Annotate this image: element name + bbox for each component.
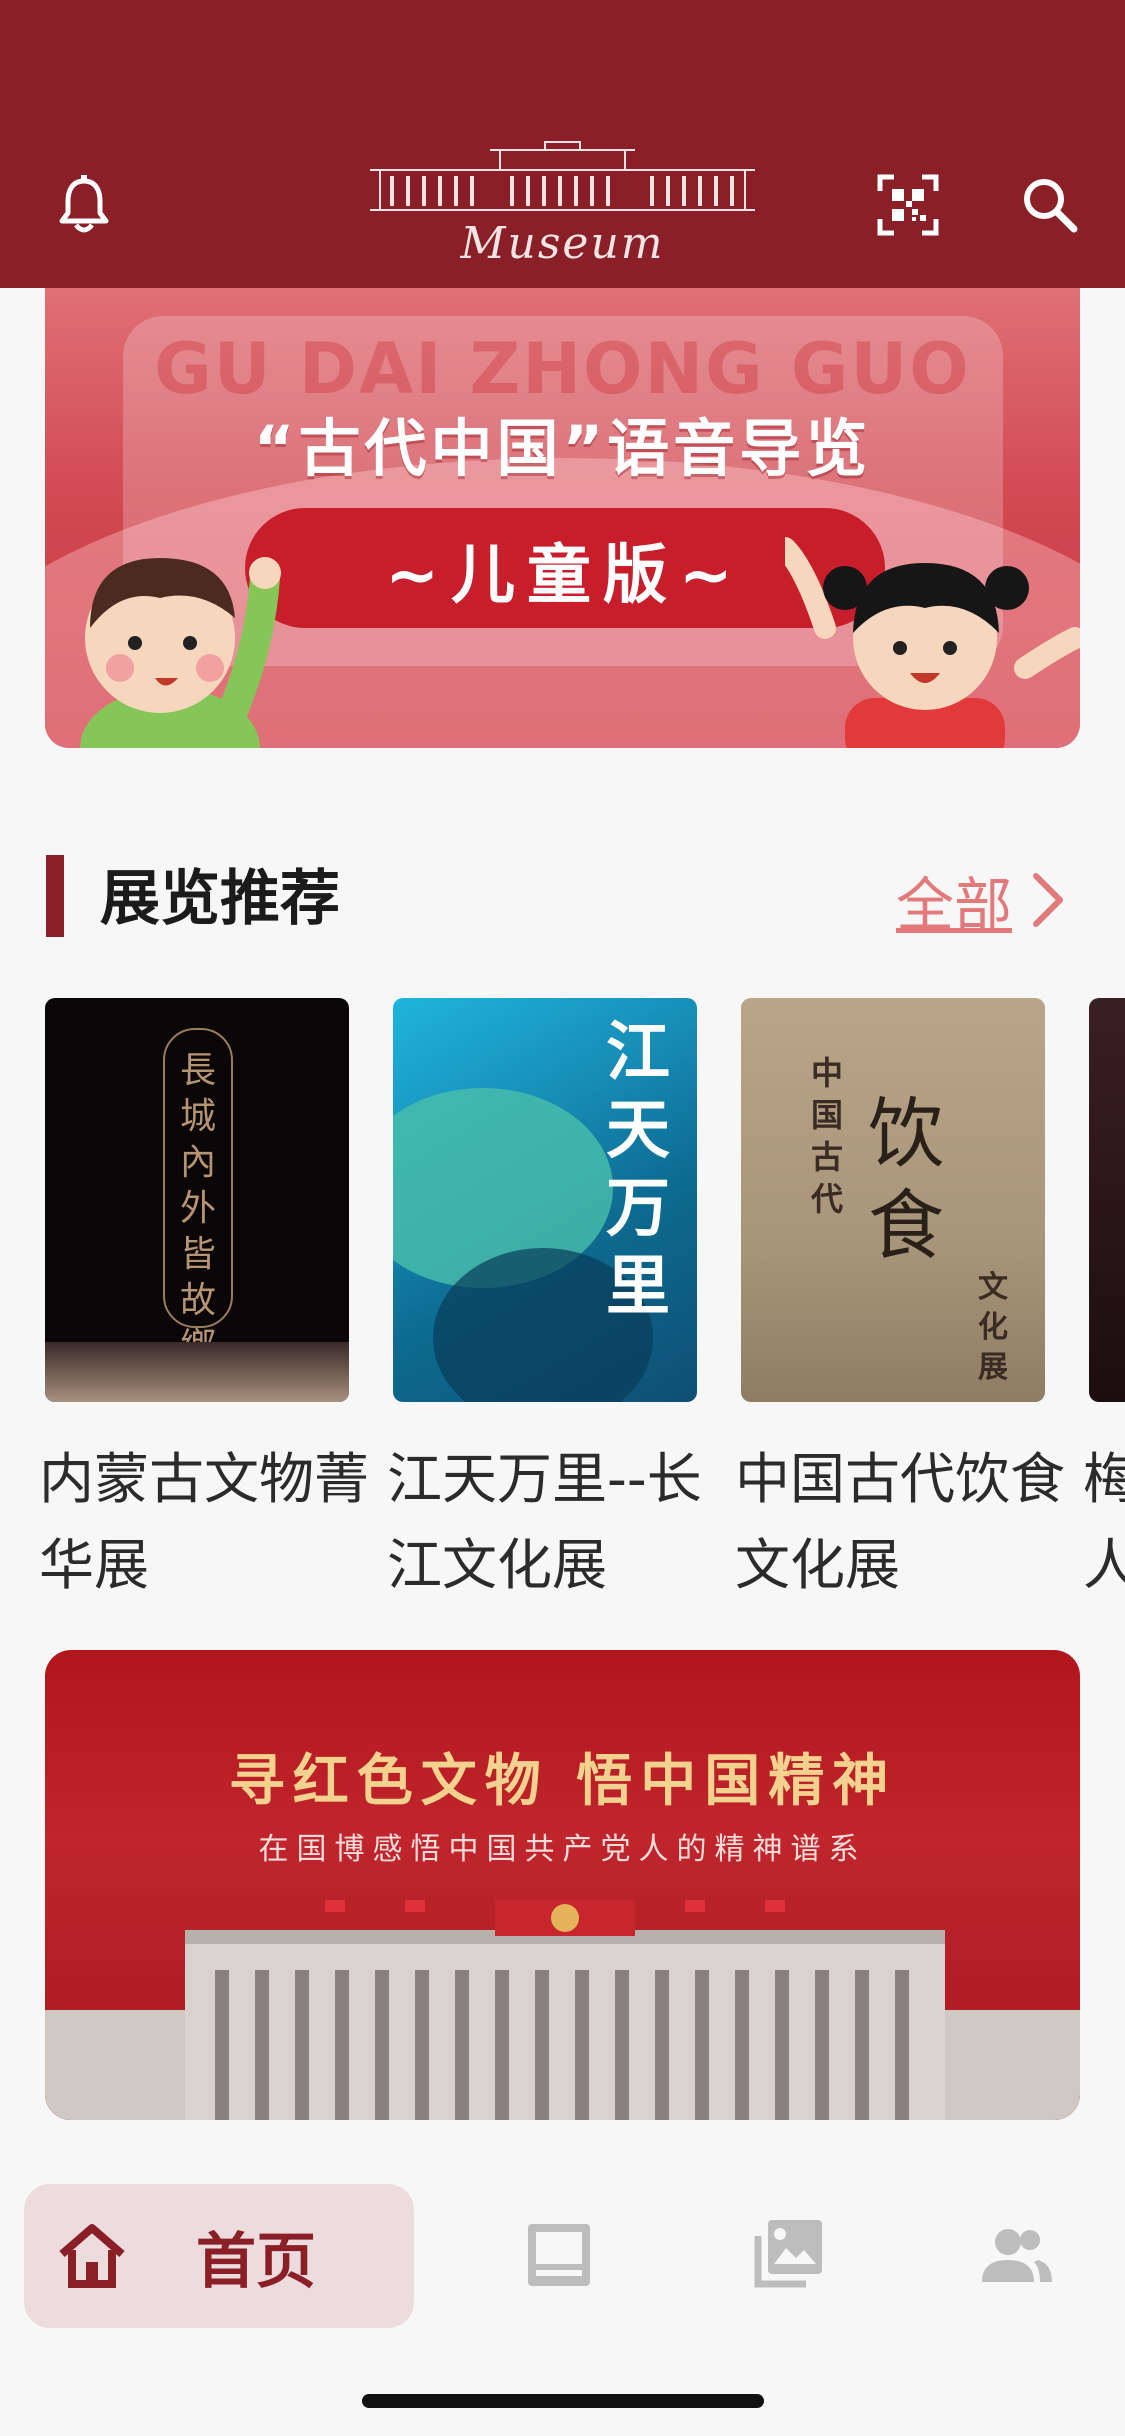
tab-home-label: 首页 [196,2226,316,2297]
exhibition-cover: 長城內外皆故鄉 [45,998,349,1402]
red-relics-banner[interactable]: 寻红色文物 悟中国精神 在国博感悟中国共产党人的精神谱系 [45,1650,1080,2120]
audio-guide-banner[interactable]: GU DAI ZHONG GUO “古代中国”语音导览 ~儿童版~ [45,288,1080,748]
logo-text: Museum [460,218,665,269]
collection-icon [754,2220,822,2288]
tab-profile[interactable] [972,2210,1062,2300]
museum-building-illustration [45,1900,1080,2120]
exhibition-icon [528,2224,590,2286]
tab-home[interactable]: 首页 [24,2184,414,2328]
section-accent-bar [46,855,64,937]
museum-logo: Museum [350,140,775,270]
home-indicator[interactable] [362,2394,764,2408]
profile-icon [982,2229,1052,2282]
exhibition-cover: 中国古代 饮食 文化展 [741,998,1045,1402]
exhibition-list[interactable]: 長城內外皆故鄉 内蒙古文物菁华展 江天万里 江天万里--长江文化展 中国古代 饮… [0,998,1125,1618]
exhibition-caption: 中国古代饮食文化展 [735,1447,1066,1597]
cover-small-text: 文化展 [978,1270,1008,1385]
exhibition-caption: 梅人 [1083,1447,1125,1597]
banner-title: 寻红色文物 悟中国精神 [228,1749,897,1814]
exhibition-caption: 江天万里--长江文化展 [387,1447,702,1597]
top-header: Museum [0,0,1125,288]
exhibition-caption: 内蒙古文物菁华展 [39,1447,370,1597]
tab-exhibitions[interactable] [514,2210,604,2300]
cover-landscape [45,1342,349,1402]
see-all-link[interactable]: 全部 [896,858,1068,942]
exhibition-cover [1089,998,1125,1402]
home-icon [59,2224,125,2288]
chevron-right-icon [1033,873,1064,927]
boy-illustration [80,557,281,748]
cover-side-text: 中国古代 [810,1054,843,1218]
app-screen: Museum GU DAI ZHONG GUO “古代中国”语音导览 ~儿童版~… [0,0,1125,2436]
search-icon[interactable] [1010,165,1090,245]
tab-collection[interactable] [742,2210,832,2300]
cover-title: 江天万里 [606,1015,670,1324]
see-all-label: 全部 [896,871,1013,939]
exhibition-cover: 江天万里 [393,998,697,1402]
girl-illustration [785,537,1080,748]
banner-title: “古代中国”语音导览 [253,412,872,485]
cover-title: 長城內外皆故鄉 [179,1050,216,1367]
cover-title: 饮食 [868,1089,944,1270]
bell-icon[interactable] [44,165,124,245]
banner-subtitle: 在国博感悟中国共产党人的精神谱系 [258,1832,867,1867]
section-title: 展览推荐 [100,864,340,934]
qr-scan-icon[interactable] [868,165,948,245]
